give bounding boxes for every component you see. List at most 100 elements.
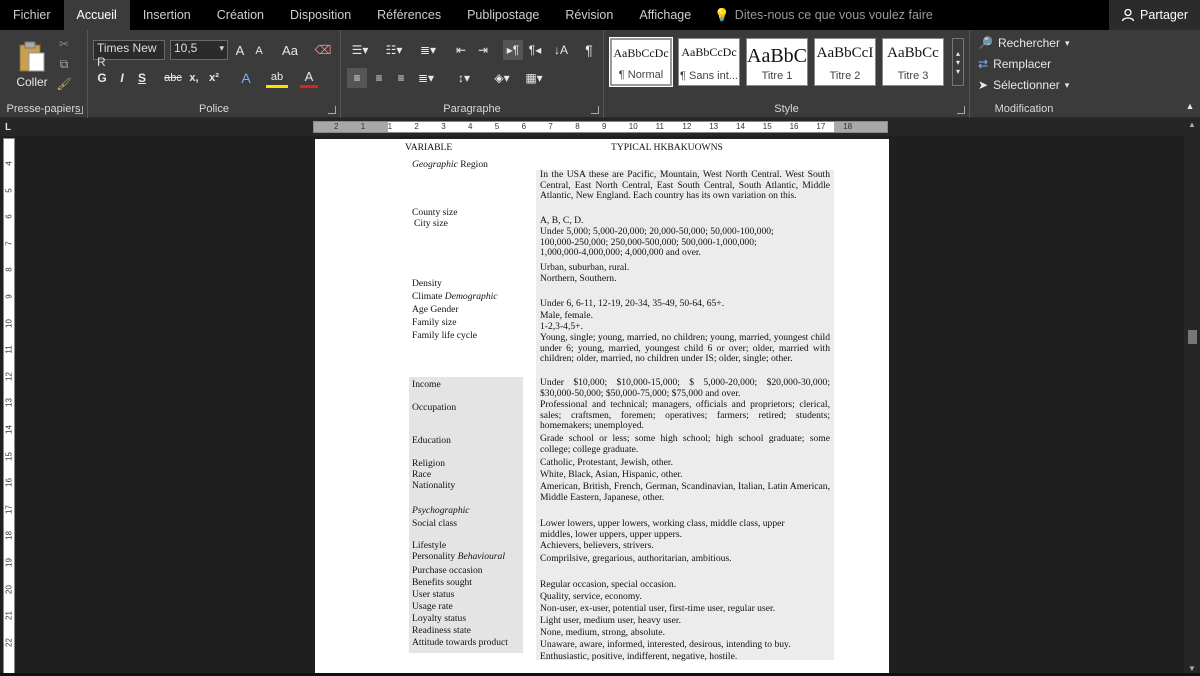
share-button[interactable]: Partager [1109, 0, 1200, 30]
underline-button[interactable]: S [134, 68, 150, 88]
ribbon: Coller ✂ ⧉ 🖌 Presse-papiers Times New R … [0, 30, 1200, 118]
style-item[interactable]: AaBbCcDc ¶ Normal [609, 37, 673, 87]
tab-r-f-rences[interactable]: Références [364, 0, 454, 30]
horizontal-ruler[interactable]: 2 1 1 2 3 4 5 6 7 8 9 10 11 12 13 14 15 16 17 18 [313, 121, 888, 133]
tab-r-vision[interactable]: Révision [552, 0, 626, 30]
justify-icon[interactable]: ≣▾ [413, 68, 439, 88]
vertical-scrollbar[interactable]: ▲ ▼ [1184, 118, 1200, 676]
typical-breakdown: None, medium, strong, absolute. [540, 627, 665, 638]
font-name-input[interactable]: Times New R [93, 40, 165, 69]
vertical-ruler[interactable]: 4 5 6 7 8 9 10 11 12 13 14 15 16 17 18 19 20 21 22 [3, 138, 15, 674]
line-spacing-icon[interactable]: ↕▾ [451, 68, 477, 88]
numbering-icon[interactable]: ☷▾ [381, 40, 407, 60]
font-size-input[interactable]: 10,5 ▾ [170, 40, 228, 60]
scroll-up-icon[interactable]: ▲ [1187, 120, 1197, 130]
subscript-button[interactable]: x, [186, 68, 202, 88]
style-sample: AaBbCc [887, 45, 939, 61]
paragraph-launcher-icon[interactable] [591, 106, 599, 114]
ruler-tick: 14 [4, 425, 14, 434]
align-left-icon[interactable]: ≡ [347, 68, 367, 88]
paragraph-group-label: Paragraphe [443, 103, 501, 115]
strikethrough-button[interactable]: abc [162, 68, 184, 88]
text-effects-button[interactable]: A [236, 68, 256, 88]
ruler-tick: 10 [4, 318, 14, 328]
ruler-row: L 2 1 1 2 3 4 5 6 7 8 9 10 11 12 13 14 15 16 17 18 [0, 118, 1200, 136]
shading-icon[interactable]: ◈▾ [489, 68, 515, 88]
tab-accueil[interactable]: Accueil [63, 0, 130, 30]
align-center-icon[interactable]: ≡ [369, 68, 389, 88]
ltr-icon[interactable]: ▸¶ [503, 40, 523, 60]
increase-indent-icon[interactable]: ⇥ [473, 40, 493, 60]
header-typical: TYPICAL HKBAKUOWNS [611, 142, 723, 153]
format-painter-icon[interactable]: 🖌 [56, 76, 72, 92]
rtl-icon[interactable]: ¶◂ [525, 40, 545, 60]
right-margin-shade [834, 122, 887, 132]
header-variable: VARIABLE [405, 142, 453, 153]
find-button[interactable]: 🔎 Rechercher ▾ [978, 36, 1070, 50]
cut-icon[interactable]: ✂ [56, 36, 72, 52]
borders-icon[interactable]: ▦▾ [521, 68, 547, 88]
style-sample: AaBbC [747, 45, 807, 67]
climate-demographic: Climate Demographic [412, 291, 498, 303]
tab-cr-ation[interactable]: Création [204, 0, 277, 30]
tab-affichage[interactable]: Affichage [626, 0, 704, 30]
tab-selector[interactable]: L [0, 118, 16, 136]
replace-button[interactable]: ⇄ Remplacer [978, 57, 1051, 71]
multilevel-list-icon[interactable]: ≣▾ [415, 40, 441, 60]
style-item[interactable]: AaBbC Titre 1 [746, 38, 808, 86]
show-marks-button[interactable]: ¶ [579, 40, 599, 60]
behavioural-label: Behavioural [457, 551, 506, 562]
decrease-indent-icon[interactable]: ⇤ [451, 40, 471, 60]
superscript-button[interactable]: x² [206, 68, 222, 88]
ruler-tick: 19 [4, 558, 14, 567]
paste-button[interactable]: Coller [12, 36, 52, 94]
typical-breakdown: Urban, suburban, rural. [540, 262, 630, 273]
scrollbar-thumb[interactable] [1188, 330, 1197, 344]
variable-label: Income [412, 379, 441, 390]
grow-font-button[interactable]: A [232, 40, 248, 60]
highlight-button[interactable]: ab [266, 68, 288, 88]
ruler-tick: 15 [4, 451, 14, 461]
variable-label: Race [412, 469, 432, 480]
document-page[interactable]: VARIABLE TYPICAL HKBAKUOWNS Geographic R… [315, 139, 889, 676]
style-name: Titre 1 [761, 70, 793, 82]
italic-button[interactable]: I [114, 68, 130, 88]
styles-more-icon[interactable]: ▴ ▾ ▾ [952, 38, 964, 86]
variable-label: Loyalty status [412, 613, 467, 624]
sort-icon[interactable]: ↓A [551, 40, 571, 60]
ruler-tick: 13 [4, 398, 14, 408]
paste-label: Coller [16, 75, 48, 89]
collapse-ribbon-icon[interactable]: ▲ [1184, 100, 1196, 112]
variable-label: Age Gender [412, 304, 459, 315]
ruler-tick: 16 [789, 122, 799, 131]
typical-breakdown: Achievers, believers, strivers. [540, 540, 654, 551]
bullets-icon[interactable]: ☰▾ [347, 40, 373, 60]
tab-publipostage[interactable]: Publipostage [454, 0, 552, 30]
change-case-button[interactable]: Aa [278, 40, 302, 60]
replace-label: Remplacer [993, 57, 1052, 71]
clear-format-icon[interactable]: ⌫ [314, 40, 332, 60]
chevron-down-icon: ▾ [1064, 79, 1070, 90]
variable-label: Occupation [412, 402, 457, 413]
style-launcher-icon[interactable] [957, 106, 965, 114]
style-item[interactable]: AaBbCcI Titre 2 [814, 38, 876, 86]
font-color-button[interactable]: A [300, 68, 318, 88]
tab-fichier[interactable]: Fichier [0, 0, 64, 30]
align-right-icon[interactable]: ≡ [391, 68, 411, 88]
tab-insertion[interactable]: Insertion [130, 0, 204, 30]
ruler-tick: 12 [4, 371, 14, 381]
bold-button[interactable]: G [94, 68, 110, 88]
style-item[interactable]: AaBbCc Titre 3 [882, 38, 944, 86]
ruler-tick: 7 [4, 241, 14, 246]
shrink-font-button[interactable]: A [252, 42, 266, 60]
share-label: Partager [1140, 8, 1188, 22]
ruler-tick: 2 [414, 122, 419, 131]
ruler-tick: 14 [736, 122, 745, 131]
tab-disposition[interactable]: Disposition [277, 0, 364, 30]
clipboard-launcher-icon[interactable] [75, 106, 83, 114]
font-launcher-icon[interactable] [328, 106, 336, 114]
select-button[interactable]: ➤ Sélectionner ▾ [978, 78, 1069, 92]
copy-icon[interactable]: ⧉ [56, 56, 72, 72]
tell-me-search[interactable]: 💡 Dites-nous ce que vous voulez faire [704, 0, 943, 30]
style-item[interactable]: AaBbCcDc ¶ Sans int... [678, 38, 740, 86]
